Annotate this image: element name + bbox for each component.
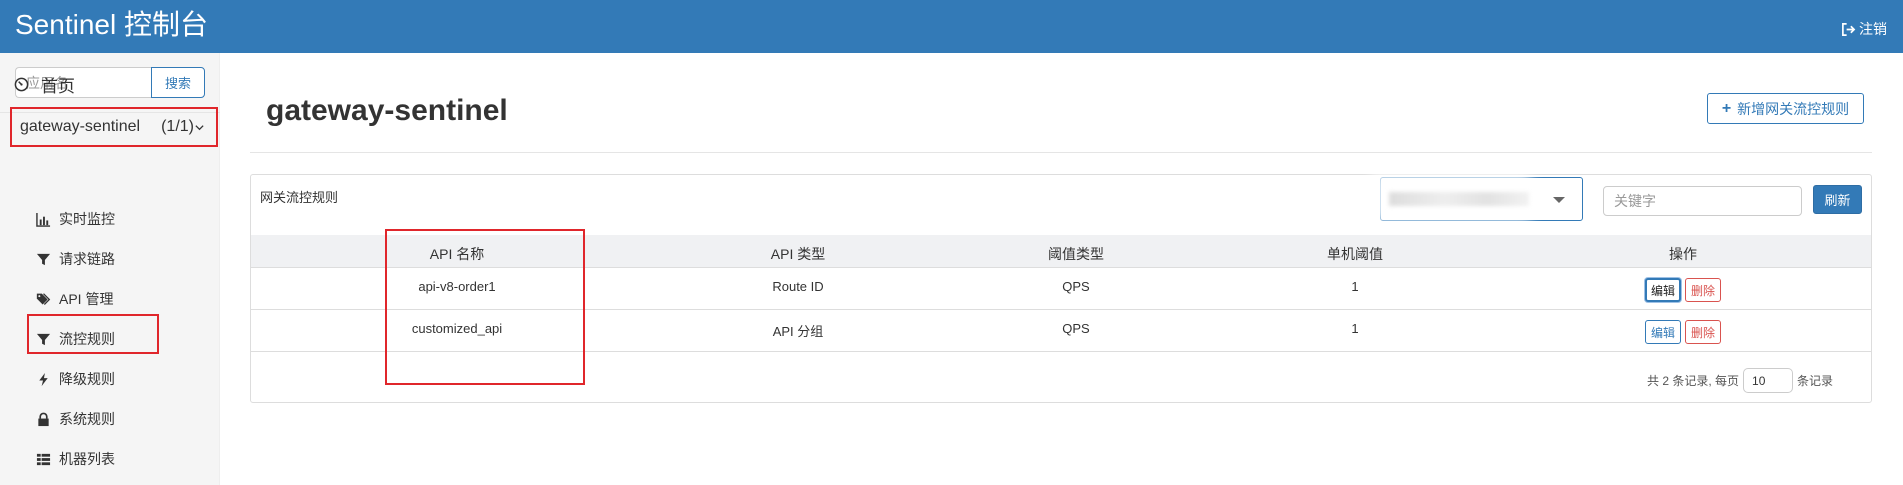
sidebar-item-api-management[interactable]: API 管理 xyxy=(36,287,113,311)
column-header-api-type: API 类型 xyxy=(770,246,826,262)
edit-button[interactable]: 编辑 xyxy=(1645,278,1681,302)
bar-chart-icon xyxy=(36,212,51,227)
column-header-threshold: 单机阈值 xyxy=(1327,246,1383,262)
refresh-button[interactable]: 刷新 xyxy=(1813,185,1862,214)
app-title[interactable]: Sentinel 控制台 xyxy=(15,9,208,41)
cell-api-type: API 分组 xyxy=(772,324,824,339)
sidebar-item-flow-rules[interactable]: 流控规则 xyxy=(36,327,115,351)
highlight-box-api-name-column xyxy=(385,229,585,385)
sidebar-item-label: 流控规则 xyxy=(59,331,115,347)
machine-select[interactable] xyxy=(1371,172,1583,222)
edit-button[interactable]: 编辑 xyxy=(1645,320,1681,344)
cell-threshold-type: QPS xyxy=(1062,321,1090,336)
sidebar-item-system-rules[interactable]: 系统规则 xyxy=(36,407,115,431)
redacted-machine-value xyxy=(1389,192,1529,206)
logout-label: 注销 xyxy=(1859,21,1887,37)
cell-threshold: 1 xyxy=(1351,321,1359,336)
app-machine-count: (1/1) xyxy=(161,118,194,135)
top-navbar: Sentinel 控制台 注销 xyxy=(0,0,1903,53)
caret-down-icon xyxy=(1553,197,1565,203)
flash-icon xyxy=(39,372,48,386)
app-search-button[interactable]: 搜索 xyxy=(151,67,205,98)
sidebar-item-label: 请求链路 xyxy=(59,251,115,267)
column-header-actions: 操作 xyxy=(1669,246,1697,262)
title-divider xyxy=(250,152,1872,153)
pagination-prefix: 共 2 条记录, 每页 xyxy=(1647,374,1740,388)
add-gateway-flow-rule-button[interactable]: + 新增网关流控规则 xyxy=(1707,93,1864,124)
panel-title: 网关流控规则 xyxy=(260,190,339,205)
sidebar-item-label: API 管理 xyxy=(59,291,114,307)
sidebar-item-label: 机器列表 xyxy=(59,451,115,467)
pagination: 共 2 条记录, 每页 条记录 xyxy=(1647,368,1833,393)
delete-button[interactable]: 删除 xyxy=(1685,278,1721,302)
sign-out-icon xyxy=(1842,22,1856,36)
sidebar-app-gateway-sentinel[interactable]: gateway-sentinel (1/1) xyxy=(10,107,218,147)
sidebar-item-label: 降级规则 xyxy=(59,371,115,387)
add-button-label: 新增网关流控规则 xyxy=(1737,100,1850,117)
sidebar-item-degrade-rules[interactable]: 降级规则 xyxy=(36,367,115,391)
dashboard-icon xyxy=(14,77,29,91)
column-header-threshold-type: 阈值类型 xyxy=(1048,246,1104,262)
lock-icon xyxy=(38,412,49,426)
tags-icon xyxy=(36,292,51,305)
sidebar-item-machine-list[interactable]: 机器列表 xyxy=(36,447,115,471)
sidebar-item-realtime-monitor[interactable]: 实时监控 xyxy=(36,207,115,231)
page-title: gateway-sentinel xyxy=(266,94,508,127)
plus-icon: + xyxy=(1721,99,1732,117)
list-icon xyxy=(36,453,51,465)
sidebar-item-label: 系统规则 xyxy=(59,411,115,427)
cell-api-type: Route ID xyxy=(772,279,824,294)
sidebar-item-home-label: 首页 xyxy=(41,76,75,96)
filter-icon xyxy=(36,333,51,345)
delete-button[interactable]: 删除 xyxy=(1685,320,1721,344)
sidebar-item-home[interactable]: 首页 xyxy=(14,71,75,97)
cell-threshold: 1 xyxy=(1351,279,1359,294)
keyword-input[interactable] xyxy=(1603,186,1802,216)
logout-link[interactable]: 注销 xyxy=(1841,19,1887,39)
sidebar-item-request-chain[interactable]: 请求链路 xyxy=(36,247,115,271)
chevron-down-icon xyxy=(195,125,204,131)
pagination-suffix: 条记录 xyxy=(1797,374,1834,388)
sidebar-item-label: 实时监控 xyxy=(59,211,115,227)
app-name: gateway-sentinel xyxy=(20,118,141,135)
cell-threshold-type: QPS xyxy=(1062,279,1090,294)
page-size-input[interactable] xyxy=(1743,368,1794,393)
filter-icon xyxy=(36,253,51,265)
